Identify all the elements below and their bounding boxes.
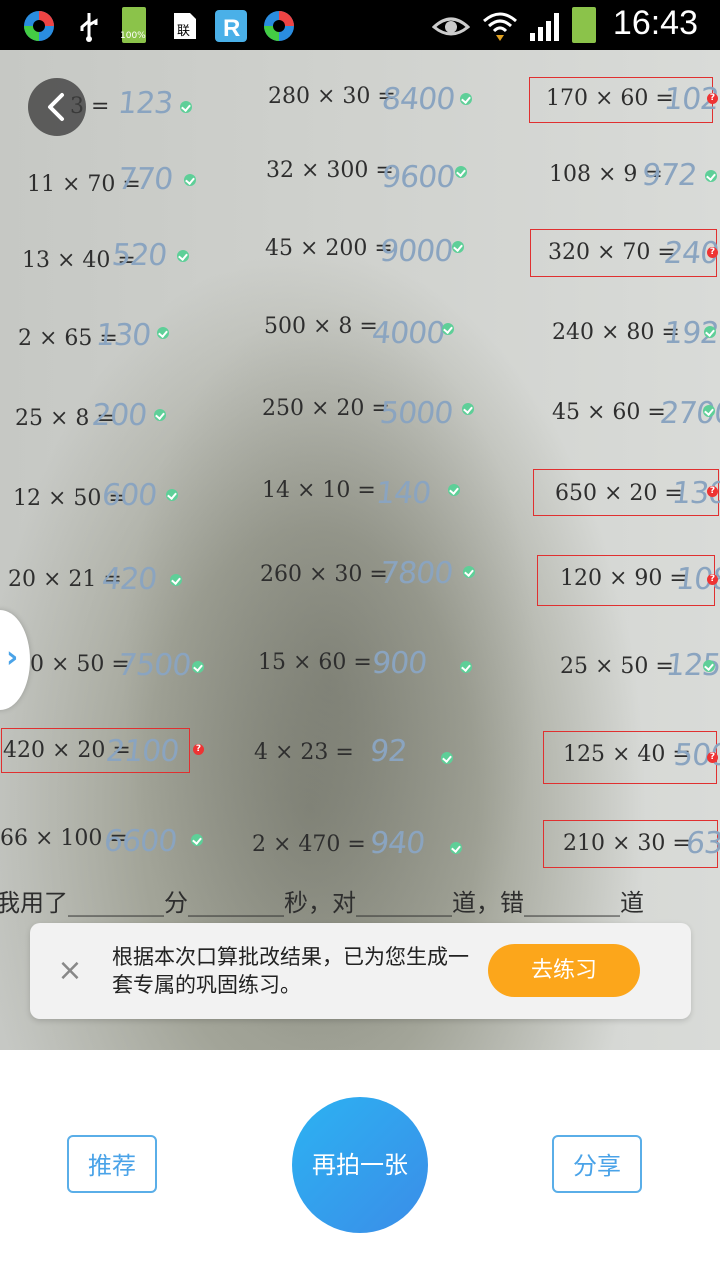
answer-mid: 5000 xyxy=(378,396,455,431)
problem-right: 170 × 60 = xyxy=(546,86,674,111)
problem-right: 120 × 90 = xyxy=(560,566,688,591)
correct-check-icon xyxy=(704,326,716,338)
correct-check-icon xyxy=(462,403,474,415)
correct-check-icon xyxy=(154,409,166,421)
battery-icon xyxy=(572,7,596,43)
bottom-action-bar: 推荐 再拍一张 分享 xyxy=(0,1050,720,1280)
answer-left: 123 xyxy=(116,86,175,121)
svg-text:R: R xyxy=(223,15,240,42)
chevron-right-icon: › xyxy=(6,640,19,675)
app-icon xyxy=(24,11,54,41)
correct-check-icon xyxy=(192,661,204,673)
problem-mid: 32 × 300 = xyxy=(266,158,394,183)
question-mark-icon[interactable]: ? xyxy=(707,574,718,585)
back-button[interactable] xyxy=(28,78,86,136)
answer-left: 770 xyxy=(116,162,175,197)
worksheet-photo: 3 = 123 280 × 30 = 8400 170 × 60 = 102 ?… xyxy=(0,50,720,1050)
answer-mid: 9000 xyxy=(378,234,455,269)
question-mark-icon[interactable]: ? xyxy=(707,752,718,763)
problem-mid: 45 × 200 = xyxy=(265,236,393,261)
answer-left: 520 xyxy=(110,238,169,273)
answer-left: 420 xyxy=(100,562,159,597)
correct-check-icon xyxy=(170,574,182,586)
problem-right: 25 × 50 = xyxy=(560,654,674,679)
battery-full-icon: 100% xyxy=(120,7,146,43)
eye-icon xyxy=(432,17,470,36)
problem-mid: 280 × 30 = xyxy=(268,84,396,109)
answer-right: 63 xyxy=(684,826,720,861)
correct-check-icon xyxy=(703,660,715,672)
status-bar: 100% 联 R 16:43 xyxy=(0,0,720,50)
problem-left: 0 × 50 = xyxy=(30,652,130,677)
correct-check-icon xyxy=(442,323,454,335)
clock: 16:43 xyxy=(612,4,698,42)
answer-mid: 8400 xyxy=(380,82,457,117)
problem-mid: 250 × 20 = xyxy=(262,396,390,421)
correct-check-icon xyxy=(157,327,169,339)
r-app-icon: R xyxy=(215,10,247,42)
question-mark-icon[interactable]: ? xyxy=(707,247,718,258)
correct-check-icon xyxy=(448,484,460,496)
svg-text:联: 联 xyxy=(177,24,190,39)
answer-mid: 7800 xyxy=(378,556,455,591)
correct-check-icon xyxy=(452,241,464,253)
problem-right: 320 × 70 = xyxy=(548,240,676,265)
correct-check-icon xyxy=(450,842,462,854)
correct-check-icon xyxy=(177,250,189,262)
share-button[interactable]: 分享 xyxy=(552,1135,642,1193)
correct-check-icon xyxy=(184,174,196,186)
problem-mid: 500 × 8 = xyxy=(264,314,378,339)
answer-left: 6600 xyxy=(102,824,179,859)
worksheet-footer: 我用了________分________秒，对________道，错______… xyxy=(0,889,644,917)
answer-mid: 140 xyxy=(374,476,433,511)
go-practice-button[interactable]: 去练习 xyxy=(488,944,640,997)
answer-right: 972 xyxy=(640,158,699,193)
question-mark-icon[interactable]: ? xyxy=(193,744,204,755)
practice-tip-card: × 根据本次口算批改结果，已为您生成一套专属的巩固练习。 去练习 xyxy=(30,923,691,1019)
answer-mid: 940 xyxy=(368,826,427,861)
correct-check-icon xyxy=(441,752,453,764)
problem-right: 240 × 80 = xyxy=(552,320,680,345)
problem-mid: 260 × 30 = xyxy=(260,562,388,587)
correct-check-icon xyxy=(455,166,467,178)
shoot-again-button[interactable]: 再拍一张 xyxy=(292,1097,428,1233)
correct-check-icon xyxy=(460,661,472,673)
close-icon[interactable]: × xyxy=(56,956,84,986)
problem-right: 210 × 30 = xyxy=(563,831,691,856)
answer-left: 130 xyxy=(94,318,153,353)
answer-mid: 900 xyxy=(370,646,429,681)
answer-left: 200 xyxy=(90,398,149,433)
tip-message: 根据本次口算批改结果，已为您生成一套专属的巩固练习。 xyxy=(112,945,469,997)
question-mark-icon[interactable]: ? xyxy=(707,486,718,497)
answer-mid: 9600 xyxy=(380,160,457,195)
problem-mid: 14 × 10 = xyxy=(262,478,376,503)
problem-mid: 4 × 23 = xyxy=(254,740,354,765)
sim-icon: 联 xyxy=(174,13,196,39)
signal-icon xyxy=(530,13,559,41)
problem-right: 45 × 60 = xyxy=(552,400,666,425)
problem-mid: 2 × 470 = xyxy=(252,832,366,857)
correct-check-icon xyxy=(705,170,717,182)
answer-left: 7500 xyxy=(116,648,193,683)
problem-mid: 15 × 60 = xyxy=(258,650,372,675)
app-icon xyxy=(264,11,294,41)
recommend-button[interactable]: 推荐 xyxy=(67,1135,157,1193)
usb-icon xyxy=(80,13,98,42)
battery-percent: 100% xyxy=(120,31,146,41)
correct-check-icon xyxy=(703,405,715,417)
correct-check-icon xyxy=(191,834,203,846)
chevron-left-icon xyxy=(48,93,64,121)
question-mark-icon[interactable]: ? xyxy=(707,93,718,104)
answer-left: 600 xyxy=(100,478,159,513)
answer-mid: 92 xyxy=(368,734,409,769)
correct-check-icon xyxy=(463,566,475,578)
problem-right: 125 × 40 = xyxy=(563,742,691,767)
answer-mid: 4000 xyxy=(370,316,447,351)
correct-check-icon xyxy=(166,489,178,501)
wifi-icon xyxy=(483,12,517,41)
answer-left: 2100 xyxy=(104,734,181,769)
correct-check-icon xyxy=(180,101,192,113)
correct-check-icon xyxy=(460,93,472,105)
problem-right: 650 × 20 = xyxy=(555,481,683,506)
